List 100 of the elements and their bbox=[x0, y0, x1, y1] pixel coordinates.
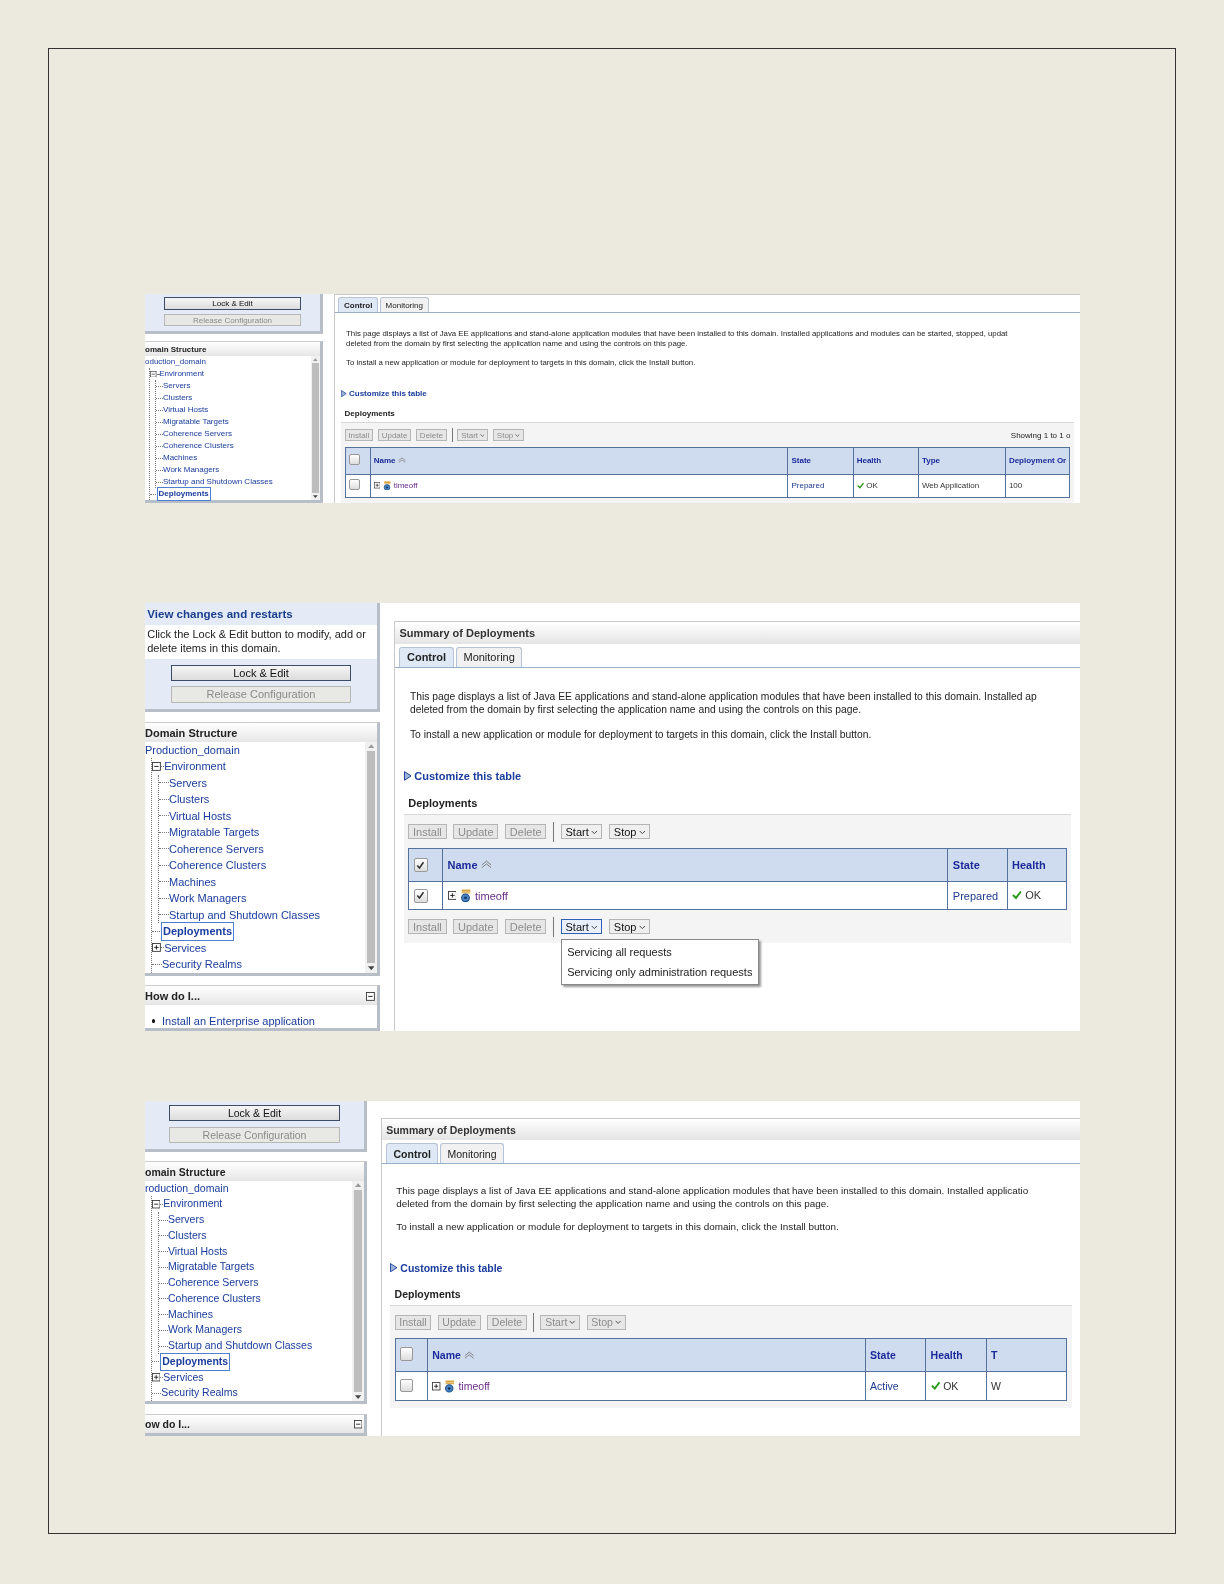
action-button[interactable]: Lock & Edit bbox=[164, 297, 301, 310]
chevron-down-icon bbox=[590, 828, 598, 836]
scrollbar[interactable] bbox=[352, 1180, 364, 1402]
tab[interactable]: Monitoring bbox=[379, 297, 429, 313]
expand-icon[interactable] bbox=[373, 482, 381, 489]
tree-item[interactable]: Virtual Hosts bbox=[167, 1243, 228, 1260]
column-header[interactable]: State bbox=[947, 848, 1008, 882]
tree-item[interactable]: Work Managers bbox=[162, 464, 220, 477]
checkbox[interactable] bbox=[399, 1378, 414, 1393]
tree-item[interactable]: Servers bbox=[162, 380, 191, 393]
tree-item[interactable]: Deployments bbox=[161, 1353, 230, 1370]
tab[interactable]: Control bbox=[386, 1143, 439, 1163]
description-text: deleted from the domain by first selecting the application name and using the controls on this page. bbox=[396, 1197, 830, 1211]
tree-item[interactable]: Coherence Servers bbox=[167, 1275, 259, 1291]
tree-item[interactable]: Production_domain bbox=[145, 741, 240, 759]
tree-item[interactable]: Coherence Servers bbox=[162, 428, 232, 441]
tree-item[interactable]: Virtual Hosts bbox=[162, 404, 209, 417]
tree-item[interactable]: Startup and Shutdown Classes bbox=[169, 906, 321, 924]
checkbox[interactable] bbox=[348, 479, 360, 491]
tree-item[interactable]: Environment bbox=[159, 368, 205, 381]
tree-item[interactable]: Coherence Clusters bbox=[169, 857, 267, 874]
chevron-down-icon bbox=[590, 923, 598, 931]
column-header[interactable]: Health bbox=[925, 1338, 987, 1372]
column-header[interactable]: T bbox=[986, 1338, 1067, 1372]
help-link[interactable]: Install an Enterprise application bbox=[162, 1014, 315, 1027]
tree-item[interactable]: Clusters bbox=[169, 791, 210, 808]
expand-icon[interactable] bbox=[151, 1373, 161, 1382]
tree-item[interactable]: Machines bbox=[167, 1306, 213, 1323]
tree-item[interactable]: Environment bbox=[164, 758, 226, 775]
tree-item[interactable]: Work Managers bbox=[169, 890, 247, 907]
tab[interactable]: Control bbox=[338, 297, 379, 313]
scrollbar[interactable] bbox=[311, 356, 320, 501]
scroll-down-icon[interactable] bbox=[367, 966, 375, 971]
dropdown-button[interactable]: Stop bbox=[608, 919, 651, 935]
tab[interactable]: Monitoring bbox=[455, 646, 523, 667]
column-header[interactable]: Deployment Or bbox=[1005, 447, 1070, 475]
column-header[interactable]: Name bbox=[370, 447, 788, 475]
tab[interactable]: Control bbox=[399, 646, 454, 667]
scrollbar[interactable] bbox=[364, 741, 377, 973]
app-link[interactable]: timeoff bbox=[393, 481, 418, 491]
checkbox[interactable] bbox=[348, 454, 360, 466]
tree-item[interactable]: Deployments bbox=[161, 923, 233, 940]
tree-item[interactable]: roduction_domain bbox=[145, 1180, 229, 1197]
scroll-down-icon[interactable] bbox=[355, 1394, 362, 1400]
tree-item[interactable]: Deployments bbox=[157, 488, 210, 501]
action-button[interactable]: Lock & Edit bbox=[170, 664, 352, 681]
checkbox[interactable] bbox=[399, 1347, 414, 1361]
column-header[interactable]: Name bbox=[442, 848, 948, 882]
collapse-icon[interactable] bbox=[150, 370, 157, 378]
tree-item[interactable]: Machines bbox=[169, 873, 217, 891]
dropdown-button[interactable]: Start bbox=[560, 919, 603, 935]
column-header[interactable]: Name bbox=[427, 1338, 866, 1372]
tree-item[interactable]: Startup and Shutdown Classes bbox=[162, 476, 273, 489]
tree-item[interactable]: Security Realms bbox=[161, 1385, 238, 1402]
collapse-icon[interactable] bbox=[151, 1200, 161, 1209]
scroll-down-icon[interactable] bbox=[313, 495, 318, 499]
tree-item[interactable]: Coherence Clusters bbox=[167, 1290, 261, 1307]
action-button[interactable]: Lock & Edit bbox=[169, 1105, 340, 1122]
column-header[interactable]: State bbox=[865, 1338, 926, 1372]
tree-item[interactable]: Clusters bbox=[162, 392, 193, 405]
collapse-icon[interactable] bbox=[353, 1420, 362, 1429]
expand-icon[interactable] bbox=[432, 1382, 441, 1391]
panel-title: How do I... bbox=[145, 990, 200, 1003]
tree-item[interactable]: Services bbox=[163, 1369, 204, 1386]
checkbox[interactable] bbox=[413, 858, 428, 873]
column-header[interactable]: Health bbox=[853, 447, 919, 475]
tree-item[interactable]: Work Managers bbox=[167, 1322, 242, 1339]
tree-item[interactable]: Coherence Servers bbox=[169, 840, 264, 858]
tree-item[interactable]: Migratable Targets bbox=[169, 824, 260, 841]
dropdown-button[interactable]: Start bbox=[560, 824, 603, 840]
dropdown-button[interactable]: Stop bbox=[608, 824, 651, 840]
app-link[interactable]: timeoff bbox=[458, 1380, 490, 1393]
expand-icon[interactable] bbox=[447, 891, 457, 901]
column-header[interactable]: Health bbox=[1007, 848, 1067, 882]
tree-item[interactable]: Virtual Hosts bbox=[169, 807, 232, 825]
tree-item[interactable]: Migratable Targets bbox=[167, 1259, 255, 1276]
tree-item[interactable]: oduction_domain bbox=[145, 356, 206, 369]
app-link[interactable]: timeoff bbox=[475, 889, 508, 902]
column-header[interactable]: State bbox=[787, 447, 853, 475]
customize-link[interactable]: Customize this table bbox=[341, 388, 1074, 398]
tree-item[interactable]: Machines bbox=[162, 452, 198, 465]
collapse-icon[interactable] bbox=[366, 991, 375, 1001]
tree-item[interactable]: Servers bbox=[167, 1212, 205, 1228]
menu-item[interactable]: Servicing all requests bbox=[561, 942, 758, 962]
collapse-icon[interactable] bbox=[152, 761, 161, 771]
tree-item[interactable]: Services bbox=[164, 939, 207, 957]
expand-icon[interactable] bbox=[152, 943, 161, 953]
checkbox[interactable] bbox=[413, 888, 428, 903]
customize-link[interactable]: Customize this table bbox=[403, 769, 1072, 782]
menu-item[interactable]: Servicing only administration requests bbox=[561, 961, 758, 982]
tree-item[interactable]: Environment bbox=[163, 1196, 223, 1213]
customize-link[interactable]: Customize this table bbox=[390, 1261, 1072, 1274]
tree-item[interactable]: Startup and Shutdown Classes bbox=[167, 1338, 313, 1354]
tree-item[interactable]: Security Realms bbox=[161, 956, 242, 973]
tree-item[interactable]: Clusters bbox=[167, 1227, 207, 1244]
tree-item[interactable]: Servers bbox=[169, 774, 207, 792]
tab[interactable]: Monitoring bbox=[440, 1143, 504, 1163]
tree-item[interactable]: Coherence Clusters bbox=[162, 440, 234, 453]
tree-item[interactable]: Migratable Targets bbox=[162, 416, 229, 429]
column-header[interactable]: Type bbox=[918, 447, 1006, 475]
